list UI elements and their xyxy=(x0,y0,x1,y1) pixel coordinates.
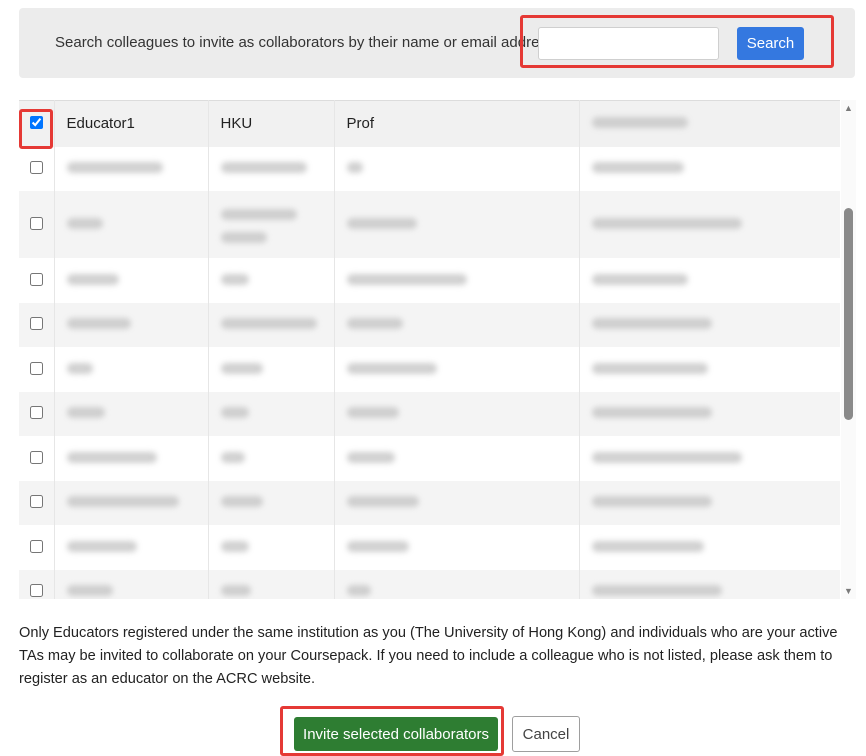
cell-name-blurred xyxy=(54,146,209,191)
cell-institution-blurred xyxy=(208,191,335,258)
invite-notice: Only Educators registered under the same… xyxy=(19,625,838,687)
row-checkbox[interactable] xyxy=(29,406,43,420)
row-checkbox[interactable] xyxy=(29,495,43,509)
cell-name-blurred xyxy=(54,191,209,258)
cell-institution: HKU xyxy=(208,100,335,147)
scroll-down-arrow-icon[interactable]: ▼ xyxy=(843,586,854,596)
cell-name-blurred xyxy=(54,436,209,481)
cell-title-blurred xyxy=(334,347,580,392)
cell-name-blurred xyxy=(54,391,209,436)
cell-name-blurred xyxy=(54,302,209,347)
cell-title-blurred xyxy=(334,569,580,599)
cell-institution-blurred xyxy=(208,480,335,525)
row-checkbox[interactable] xyxy=(29,584,43,598)
table-row[interactable] xyxy=(19,525,840,570)
checkbox-highlight-box xyxy=(19,109,53,149)
row-checkbox[interactable] xyxy=(29,317,43,331)
cell-title-blurred xyxy=(334,391,580,436)
search-label: Search colleagues to invite as collabora… xyxy=(55,34,555,51)
cell-title-blurred xyxy=(334,480,580,525)
cell-email-blurred xyxy=(579,480,840,525)
cell-name: Educator1 xyxy=(54,100,209,147)
cell-institution-blurred xyxy=(208,436,335,481)
cell-institution-blurred xyxy=(208,302,335,347)
table-scrollbar[interactable]: ▲ ▼ xyxy=(841,100,856,599)
cell-institution-blurred xyxy=(208,525,335,570)
cell-email-blurred xyxy=(579,191,840,258)
cell-email-blurred xyxy=(579,146,840,191)
cell-institution-blurred xyxy=(208,391,335,436)
table-row[interactable] xyxy=(19,436,840,481)
cell-title-blurred xyxy=(334,302,580,347)
cell-institution-blurred xyxy=(208,347,335,392)
table-row[interactable] xyxy=(19,146,840,191)
row-checkbox[interactable] xyxy=(29,161,43,175)
row-checkbox[interactable] xyxy=(29,272,43,286)
row-checkbox[interactable] xyxy=(29,361,43,375)
row-checkbox[interactable] xyxy=(29,539,43,553)
cell-email-blurred xyxy=(579,258,840,303)
cell-email-blurred xyxy=(579,347,840,392)
row-checkbox[interactable] xyxy=(29,450,43,464)
table-row[interactable] xyxy=(19,347,840,392)
cell-institution-blurred xyxy=(208,258,335,303)
row-checkbox[interactable] xyxy=(29,217,43,230)
cell-email-blurred xyxy=(579,302,840,347)
cell-name-blurred xyxy=(54,525,209,570)
table-row[interactable] xyxy=(19,302,840,347)
table-row[interactable] xyxy=(19,391,840,436)
table-row[interactable] xyxy=(19,191,840,258)
cell-title-blurred xyxy=(334,258,580,303)
table-row[interactable]: Educator1 HKU Prof xyxy=(19,100,840,147)
search-panel: Search colleagues to invite as collabora… xyxy=(19,8,855,78)
search-highlight-box xyxy=(520,15,834,68)
cell-title-blurred xyxy=(334,191,580,258)
cancel-button[interactable]: Cancel xyxy=(512,716,580,752)
cell-email-blurred xyxy=(579,569,840,599)
cell-title-blurred xyxy=(334,525,580,570)
cell-name-blurred xyxy=(54,347,209,392)
cell-email-blurred xyxy=(579,436,840,481)
cell-title-blurred xyxy=(334,436,580,481)
cell-email-blurred xyxy=(579,100,840,147)
cell-name-blurred xyxy=(54,569,209,599)
table-row[interactable] xyxy=(19,258,840,303)
cell-title: Prof xyxy=(334,100,580,147)
cell-name-blurred xyxy=(54,258,209,303)
table-row[interactable] xyxy=(19,569,840,599)
cell-institution-blurred xyxy=(208,569,335,599)
scroll-up-arrow-icon[interactable]: ▲ xyxy=(843,103,854,113)
scroll-thumb[interactable] xyxy=(844,208,853,420)
invite-selected-button[interactable]: Invite selected collaborators xyxy=(294,717,498,751)
cell-name-blurred xyxy=(54,480,209,525)
colleagues-table: Educator1 HKU Prof xyxy=(19,100,841,599)
table-row[interactable] xyxy=(19,480,840,525)
cell-institution-blurred xyxy=(208,146,335,191)
cell-email-blurred xyxy=(579,391,840,436)
cell-email-blurred xyxy=(579,525,840,570)
cell-title-blurred xyxy=(334,146,580,191)
